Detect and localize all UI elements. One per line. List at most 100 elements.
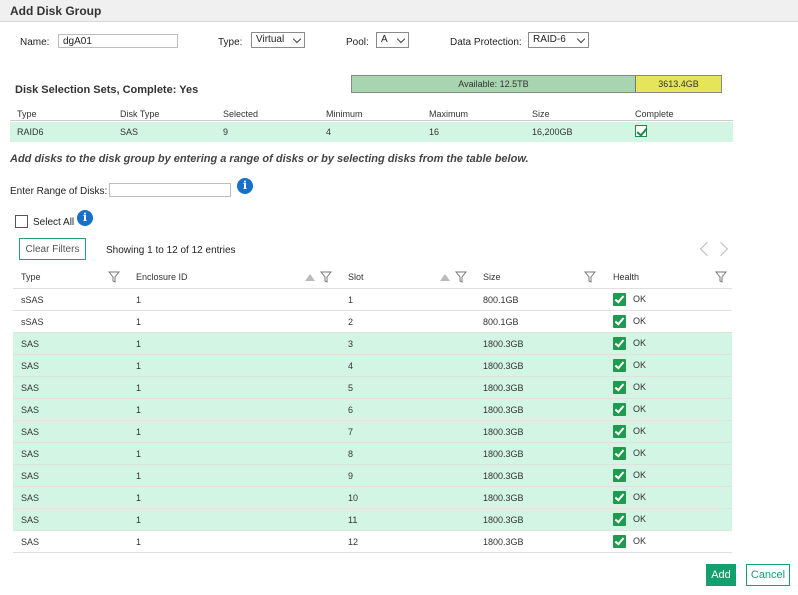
filter-icon[interactable] xyxy=(715,271,727,283)
info-icon[interactable]: i xyxy=(237,178,253,194)
cell-slot: 8 xyxy=(348,449,354,459)
disk-table-body: sSAS 1 1 800.1GB OK sSAS 1 2 800.1GB OK SAS 1 3 1800.… xyxy=(13,288,732,553)
check-icon xyxy=(613,381,626,394)
header-size[interactable]: Size xyxy=(483,272,501,282)
cell-size: 1800.3GB xyxy=(483,405,524,415)
select-all-label: Select All xyxy=(33,217,75,228)
protection-select[interactable]: RAID-6 xyxy=(528,32,589,48)
selection-sets-table: Type Disk Type Selected Minimum Maximum … xyxy=(10,104,733,142)
header-type: Type xyxy=(17,109,37,119)
cell-size: 800.1GB xyxy=(483,317,519,327)
cell-health: OK xyxy=(633,360,647,370)
capacity-used: 3613.4GB xyxy=(636,76,721,92)
table-row[interactable]: SAS 1 6 1800.3GB OK xyxy=(13,398,732,420)
table-row[interactable]: SAS 1 5 1800.3GB OK xyxy=(13,376,732,398)
previous-page-icon[interactable] xyxy=(699,241,715,257)
cell-health: OK xyxy=(633,404,647,414)
selection-sets-title: Disk Selection Sets, Complete: Yes xyxy=(15,84,199,96)
capacity-available: Available: 12.5TB xyxy=(352,76,636,92)
selection-set-row: RAID6 SAS 9 4 16 16,200GB xyxy=(10,122,733,142)
set-size: 16,200GB xyxy=(532,127,573,137)
cell-enclosure-id: 1 xyxy=(136,295,142,305)
check-icon xyxy=(613,337,626,350)
header-complete: Complete xyxy=(635,109,674,119)
cell-slot: 7 xyxy=(348,427,354,437)
check-icon xyxy=(613,513,626,526)
header-slot[interactable]: Slot xyxy=(348,272,364,282)
cell-health: OK xyxy=(633,316,647,326)
set-maximum: 16 xyxy=(429,127,440,137)
type-label: Type: xyxy=(218,37,243,48)
pool-label: Pool: xyxy=(346,37,369,48)
cell-slot: 5 xyxy=(348,383,354,393)
check-icon xyxy=(613,315,626,328)
range-input[interactable] xyxy=(109,183,231,197)
check-icon xyxy=(613,293,626,306)
set-minimum: 4 xyxy=(326,127,332,137)
filter-icon[interactable] xyxy=(108,271,120,283)
cell-type: SAS xyxy=(21,515,40,525)
type-select[interactable]: Virtual xyxy=(251,32,305,48)
check-icon xyxy=(613,359,626,372)
sort-icon[interactable] xyxy=(440,273,450,281)
next-page-icon[interactable] xyxy=(713,241,729,257)
cell-health: OK xyxy=(633,492,647,502)
cell-health: OK xyxy=(633,536,647,546)
cell-size: 800.1GB xyxy=(483,295,519,305)
table-row[interactable]: SAS 1 3 1800.3GB OK xyxy=(13,332,732,354)
cell-slot: 1 xyxy=(348,295,354,305)
filter-icon[interactable] xyxy=(455,271,467,283)
check-icon xyxy=(613,469,626,482)
check-icon xyxy=(613,447,626,460)
entries-info: Showing 1 to 12 of 12 entries xyxy=(106,245,236,256)
sort-icon[interactable] xyxy=(305,273,315,281)
table-row[interactable]: SAS 1 11 1800.3GB OK xyxy=(13,508,732,530)
cancel-button[interactable]: Cancel xyxy=(746,564,790,586)
table-row[interactable]: SAS 1 9 1800.3GB OK xyxy=(13,464,732,486)
cell-enclosure-id: 1 xyxy=(136,537,142,547)
cell-health: OK xyxy=(633,448,647,458)
set-disk-type: SAS xyxy=(120,127,139,137)
header-enclosure-id[interactable]: Enclosure ID xyxy=(136,272,188,282)
cell-slot: 10 xyxy=(348,493,359,503)
header-health[interactable]: Health xyxy=(613,272,639,282)
check-icon xyxy=(613,403,626,416)
info-icon[interactable]: i xyxy=(77,210,93,226)
cell-enclosure-id: 1 xyxy=(136,449,142,459)
cell-enclosure-id: 1 xyxy=(136,471,142,481)
name-input[interactable] xyxy=(58,34,178,48)
table-row[interactable]: SAS 1 8 1800.3GB OK xyxy=(13,442,732,464)
table-row[interactable]: SAS 1 7 1800.3GB OK xyxy=(13,420,732,442)
table-row[interactable]: SAS 1 12 1800.3GB OK xyxy=(13,530,732,552)
cell-type: SAS xyxy=(21,405,40,415)
cell-type: SAS xyxy=(21,427,40,437)
table-row[interactable]: SAS 1 4 1800.3GB OK xyxy=(13,354,732,376)
select-all-checkbox[interactable] xyxy=(15,215,28,228)
header-disk-type: Disk Type xyxy=(120,109,160,119)
header-type[interactable]: Type xyxy=(21,272,41,282)
cell-enclosure-id: 1 xyxy=(136,339,142,349)
check-icon xyxy=(613,535,626,548)
cell-enclosure-id: 1 xyxy=(136,427,142,437)
header-selected: Selected xyxy=(223,109,259,119)
table-row[interactable]: sSAS 1 2 800.1GB OK xyxy=(13,310,732,332)
cell-size: 1800.3GB xyxy=(483,361,524,371)
table-row[interactable]: sSAS 1 1 800.1GB OK xyxy=(13,288,732,310)
cell-size: 1800.3GB xyxy=(483,537,524,547)
cell-slot: 4 xyxy=(348,361,354,371)
table-row[interactable]: SAS 1 10 1800.3GB OK xyxy=(13,486,732,508)
cell-type: SAS xyxy=(21,383,40,393)
filter-icon[interactable] xyxy=(584,271,596,283)
complete-check-icon xyxy=(635,125,647,137)
cell-type: SAS xyxy=(21,471,40,481)
check-icon xyxy=(613,425,626,438)
dialog-title: Add Disk Group xyxy=(10,4,102,18)
clear-filters-button[interactable]: Clear Filters xyxy=(19,238,86,260)
add-button[interactable]: Add xyxy=(706,564,736,586)
cell-type: SAS xyxy=(21,361,40,371)
cell-size: 1800.3GB xyxy=(483,449,524,459)
cell-size: 1800.3GB xyxy=(483,383,524,393)
cell-enclosure-id: 1 xyxy=(136,515,142,525)
pool-select[interactable]: A xyxy=(376,32,409,48)
filter-icon[interactable] xyxy=(320,271,332,283)
